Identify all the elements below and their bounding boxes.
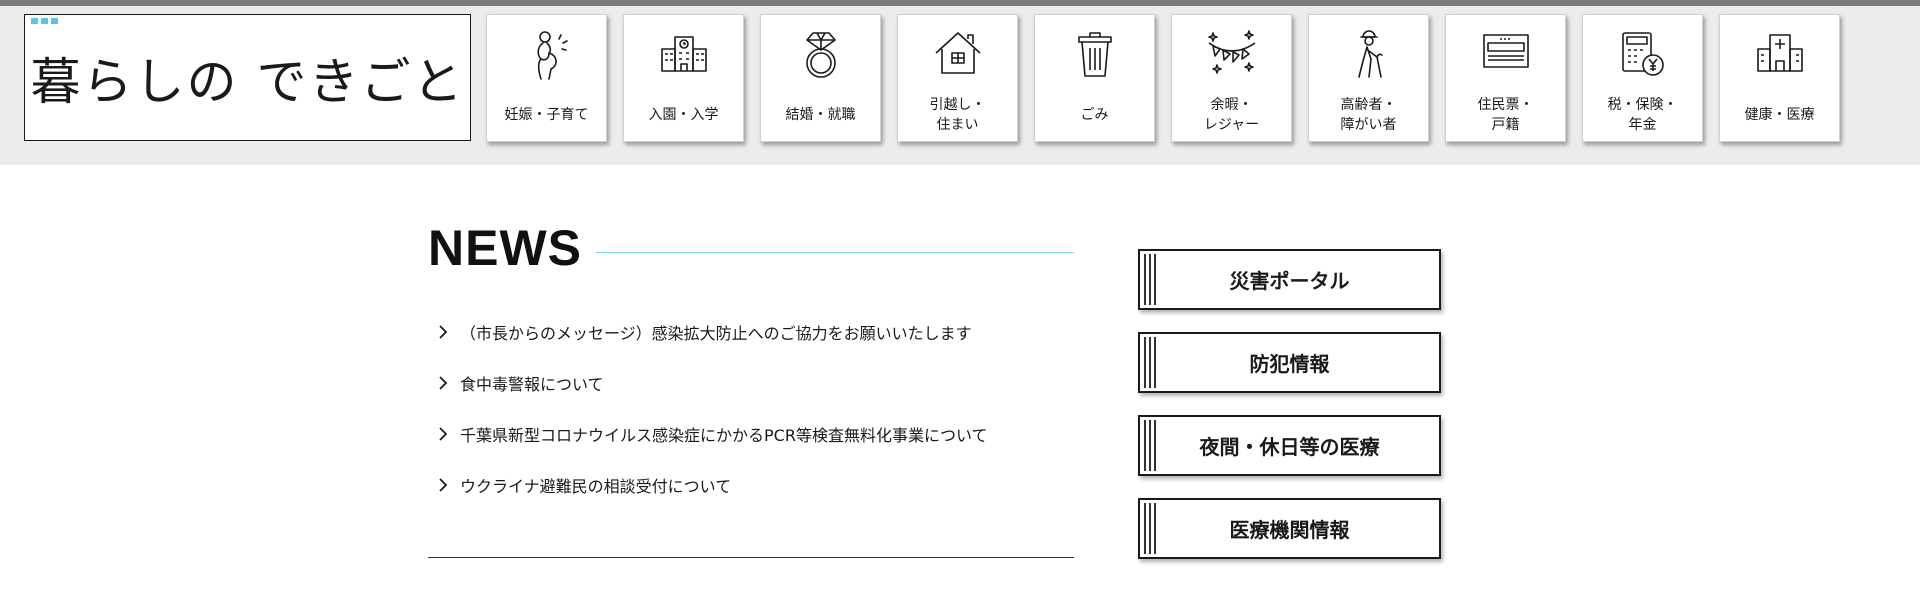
category-label: 健康・医療 (1744, 107, 1815, 123)
stripe-decoration (1144, 337, 1158, 388)
stripe-decoration (1144, 420, 1158, 471)
category-health-medical[interactable]: 健康・医療 (1719, 14, 1840, 142)
category-tax-insurance[interactable]: 税・保険・ 年金 (1582, 14, 1703, 142)
category-pregnancy[interactable]: 妊娠・子育て (486, 14, 607, 142)
header: 暮らしの できごと 妊娠・子育て 入園・入学 結婚・就職 引越し・ 住まい ごみ… (0, 6, 1920, 165)
site-brand[interactable]: 暮らしの できごと (24, 14, 471, 141)
news-item-text: 千葉県新型コロナウイルス感染症にかかるPCR等検査無料化事業について (460, 425, 988, 445)
news-item[interactable]: 千葉県新型コロナウイルス感染症にかかるPCR等検査無料化事業について (434, 408, 987, 459)
category-label: 入園・入学 (648, 107, 719, 123)
category-school[interactable]: 入園・入学 (623, 14, 744, 142)
news-item-text: ウクライナ避難民の相談受付について (460, 476, 732, 496)
category-garbage[interactable]: ごみ (1034, 14, 1155, 142)
medical-institutions-button[interactable]: 医療機関情報 (1138, 498, 1441, 559)
news-item[interactable]: （市長からのメッセージ）感染拡大防止へのご協力をお願いいたします (434, 306, 987, 357)
category-label: 結婚・就職 (785, 107, 856, 123)
chevron-right-icon (439, 324, 448, 339)
category-label: 妊娠・子育て (504, 107, 589, 123)
category-nav: 妊娠・子育て 入園・入学 結婚・就職 引越し・ 住まい ごみ 余暇・ レジャー … (486, 14, 1840, 142)
side-link-label: 夜間・休日等の医療 (1199, 435, 1380, 459)
news-item-text: （市長からのメッセージ）感染拡大防止へのご協力をお願いいたします (460, 323, 972, 343)
side-link-label: 防犯情報 (1249, 352, 1330, 376)
school-icon (660, 36, 707, 72)
category-label: ごみ (1080, 107, 1109, 123)
category-label: 余暇・ レジャー (1203, 97, 1260, 133)
hospital-icon (1756, 34, 1803, 72)
chevron-right-icon (439, 477, 448, 492)
news-title-rule (596, 251, 1074, 253)
news-list: （市長からのメッセージ）感染拡大防止へのご協力をお願いいたします 食中毒警報につ… (434, 306, 987, 510)
category-marriage[interactable]: 結婚・就職 (760, 14, 881, 142)
chevron-right-icon (439, 426, 448, 441)
category-leisure[interactable]: 余暇・ レジャー (1171, 14, 1292, 142)
category-label: 引越し・ 住まい (929, 97, 986, 133)
news-header: NEWS (428, 218, 1074, 278)
calculator-yen-icon (1621, 32, 1664, 76)
stripe-decoration (1144, 503, 1158, 554)
side-link-label: 災害ポータル (1229, 269, 1350, 293)
party-garland-icon (1207, 30, 1255, 74)
category-label: 高齢者・ 障がい者 (1340, 97, 1397, 133)
disaster-portal-button[interactable]: 災害ポータル (1138, 249, 1441, 310)
side-links: 災害ポータル 防犯情報 夜間・休日等の医療 医療機関情報 (1138, 249, 1441, 581)
pregnancy-icon (536, 31, 568, 80)
chevron-right-icon (439, 375, 448, 390)
category-elderly-disabled[interactable]: 高齢者・ 障がい者 (1308, 14, 1429, 142)
site-title: 暮らしの できごと (30, 52, 465, 111)
elderly-cane-icon (1357, 30, 1383, 78)
news-item[interactable]: ウクライナ避難民の相談受付について (434, 459, 987, 510)
news-title: NEWS (428, 220, 582, 276)
news-bottom-rule (428, 557, 1074, 558)
category-moving[interactable]: 引越し・ 住まい (897, 14, 1018, 142)
category-residence-registry[interactable]: 住民票・ 戸籍 (1445, 14, 1566, 142)
ring-icon (805, 32, 836, 78)
category-label: 税・保険・ 年金 (1607, 97, 1678, 133)
trash-can-icon (1077, 32, 1112, 77)
news-section: NEWS （市長からのメッセージ）感染拡大防止へのご協力をお願いいたします 食中… (428, 218, 1074, 558)
stripe-decoration (1144, 254, 1158, 305)
crime-prevention-button[interactable]: 防犯情報 (1138, 332, 1441, 393)
document-tray-icon (1482, 34, 1529, 68)
category-label: 住民票・ 戸籍 (1477, 97, 1534, 133)
side-link-label: 医療機関情報 (1229, 518, 1350, 542)
night-holiday-medical-button[interactable]: 夜間・休日等の医療 (1138, 415, 1441, 476)
news-item[interactable]: 食中毒警報について (434, 357, 987, 408)
house-icon (934, 32, 981, 74)
news-item-text: 食中毒警報について (460, 374, 604, 394)
